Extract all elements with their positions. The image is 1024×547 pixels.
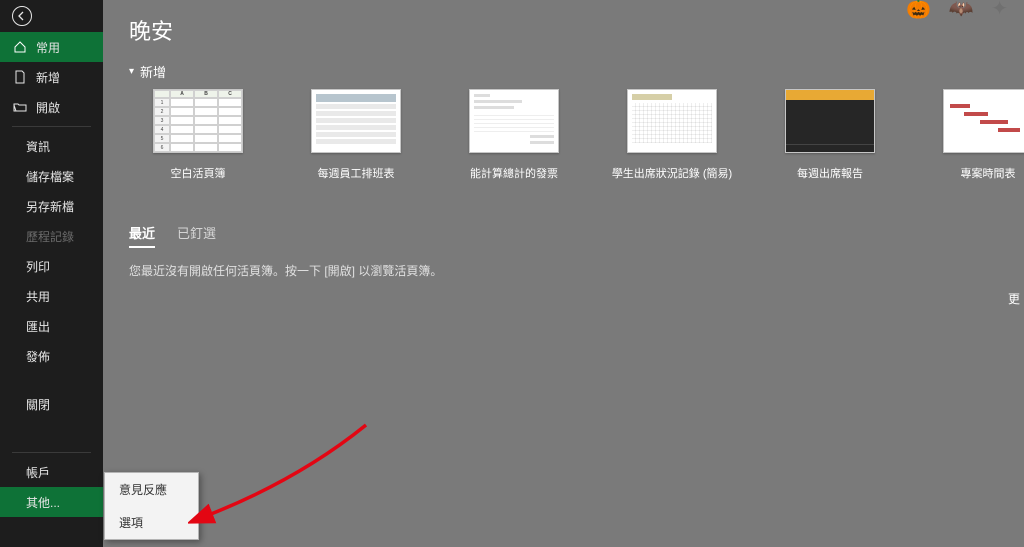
popup-item-feedback[interactable]: 意見反應 [105,473,198,506]
template-weekly-attendance[interactable]: 每週出席報告 [785,89,875,181]
sidebar-item-label: 其他... [26,494,60,511]
template-label: 能計算總計的發票 [470,165,558,181]
back-button[interactable] [0,0,103,32]
sidebar-item-label: 帳戶 [26,464,50,481]
sidebar-item-home[interactable]: 常用 [0,32,103,62]
sidebar-item-publish[interactable]: 發佈 [0,341,103,371]
sidebar-item-account[interactable]: 帳戶 [0,457,103,487]
template-weekly-shift[interactable]: 每週員工排班表 [311,89,401,181]
tab-recent[interactable]: 最近 [129,223,155,248]
sidebar-item-label: 儲存檔案 [26,168,74,185]
template-blank-workbook[interactable]: ABC 1 2 3 4 5 6 空白活頁簿 [153,89,243,181]
sidebar-item-label: 列印 [26,258,50,275]
tab-pinned[interactable]: 已釘選 [177,223,216,248]
template-thumb [311,89,401,153]
sidebar-bottom-pad [0,517,103,547]
sidebar-item-label: 新增 [36,69,60,86]
template-invoice-totals[interactable]: 能計算總計的發票 [469,89,559,181]
back-arrow-icon [12,6,32,26]
new-section-header[interactable]: ▾ 新增 [129,62,1024,81]
template-thumb [469,89,559,153]
template-label: 學生出席狀況記錄 (簡易) [612,165,732,181]
seasonal-deco-icon: 🎃 🦇 ✦ [906,0,1014,21]
template-thumb [785,89,875,153]
app-root: 常用 新增 開啟 資訊 儲存檔案 另存新檔 歷程記錄 列印 共用 匯出 發佈 關… [0,0,1024,547]
recent-empty-hint: 您最近沒有開啟任何活頁簿。按一下 [開啟] 以瀏覽活頁簿。 [129,262,1024,279]
sidebar-separator [12,126,91,127]
home-icon [12,40,28,54]
sidebar-item-label: 關閉 [26,396,50,413]
sidebar-item-history: 歷程記錄 [0,221,103,251]
sidebar-item-export[interactable]: 匯出 [0,311,103,341]
sidebar-item-label: 開啟 [36,99,60,116]
template-label: 每週員工排班表 [318,165,395,181]
sidebar-item-save[interactable]: 儲存檔案 [0,161,103,191]
template-thumb [943,89,1024,153]
templates-row: ABC 1 2 3 4 5 6 空白活頁簿 每週員工排班表 [129,89,1024,181]
sidebar-item-print[interactable]: 列印 [0,251,103,281]
template-label: 空白活頁簿 [171,165,226,181]
sidebar-item-share[interactable]: 共用 [0,281,103,311]
template-student-attendance[interactable]: 學生出席狀況記錄 (簡易) [627,89,717,181]
chevron-down-icon: ▾ [129,66,134,77]
template-label: 專案時間表 [961,165,1016,181]
sidebar-item-new[interactable]: 新增 [0,62,103,92]
sidebar-item-info[interactable]: 資訊 [0,131,103,161]
other-popup-menu: 意見反應 選項 [104,472,199,540]
sidebar-item-close[interactable]: 關閉 [0,389,103,419]
greeting-title: 晚安 [129,14,1024,46]
popup-item-options[interactable]: 選項 [105,506,198,539]
sidebar-item-label: 匯出 [26,318,50,335]
sidebar-item-label: 歷程記錄 [26,228,74,245]
sidebar-separator [12,452,91,453]
sidebar-item-label: 另存新檔 [26,198,74,215]
sidebar-item-label: 資訊 [26,138,50,155]
sidebar: 常用 新增 開啟 資訊 儲存檔案 另存新檔 歷程記錄 列印 共用 匯出 發佈 關… [0,0,103,547]
sidebar-item-label: 常用 [36,39,60,56]
template-thumb: ABC 1 2 3 4 5 6 [153,89,243,153]
template-label: 每週出席報告 [797,165,863,181]
sidebar-item-saveas[interactable]: 另存新檔 [0,191,103,221]
sidebar-item-other[interactable]: 其他... [0,487,103,517]
template-project-timeline[interactable]: 專案時間表 [943,89,1024,181]
folder-open-icon [12,101,28,113]
sidebar-item-label: 發佈 [26,348,50,365]
main-panel: 🎃 🦇 ✦ 晚安 ▾ 新增 ABC 1 2 3 4 5 6 空白活頁簿 [103,0,1024,547]
new-section-label: 新增 [140,62,166,81]
template-thumb [627,89,717,153]
sidebar-item-open[interactable]: 開啟 [0,92,103,122]
recent-tabs: 最近 已釘選 [129,223,1024,248]
file-icon [12,70,28,84]
sidebar-item-label: 共用 [26,288,50,305]
more-templates-link[interactable]: 更 [1008,290,1020,307]
sidebar-spacer [0,419,103,448]
